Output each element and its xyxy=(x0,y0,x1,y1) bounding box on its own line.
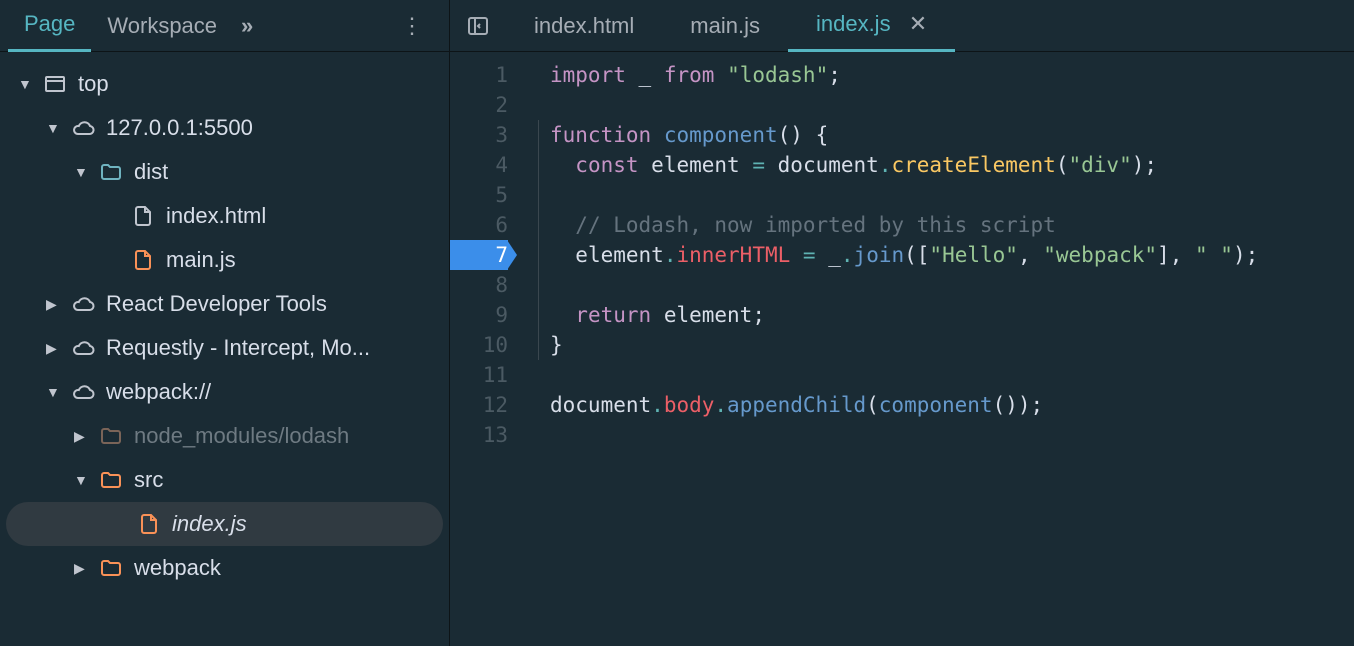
tree-label: Requestly - Intercept, Mo... xyxy=(106,335,370,361)
tree-item-webpack-folder[interactable]: ▶ webpack xyxy=(0,546,449,590)
kebab-menu-icon[interactable]: ⋮ xyxy=(383,13,441,39)
cloud-icon xyxy=(70,291,96,317)
cloud-icon xyxy=(70,335,96,361)
code-line: const element = document.createElement("… xyxy=(550,150,1354,180)
indent-guide xyxy=(538,120,539,360)
tree-label: node_modules/lodash xyxy=(134,423,349,449)
chevron-right-icon: ▶ xyxy=(46,340,62,357)
tree-label: React Developer Tools xyxy=(106,291,327,317)
line-number[interactable]: 2 xyxy=(450,90,508,120)
folder-icon xyxy=(98,159,124,185)
line-number[interactable]: 4 xyxy=(450,150,508,180)
chevron-right-icon: ▶ xyxy=(74,560,90,577)
code-line xyxy=(550,420,1354,450)
tree-item-index-js[interactable]: index.js xyxy=(6,502,443,546)
tree-label: src xyxy=(134,467,163,493)
code-line: import _ from "lodash"; xyxy=(550,60,1354,90)
line-number[interactable]: 3 xyxy=(450,120,508,150)
tree-item-main-js[interactable]: main.js xyxy=(0,238,449,282)
tree-label: top xyxy=(78,71,109,97)
tree-item-dist[interactable]: ▼ dist xyxy=(0,150,449,194)
sources-tabs: Page Workspace » ⋮ xyxy=(0,0,450,51)
code-line: } xyxy=(550,330,1354,360)
tree-label: 127.0.0.1:5500 xyxy=(106,115,253,141)
editor-tab-index-html[interactable]: index.html xyxy=(506,1,662,51)
code-line: // Lodash, now imported by this script xyxy=(550,210,1354,240)
tree-item-react-devtools[interactable]: ▶ React Developer Tools xyxy=(0,282,449,326)
code-line: return element; xyxy=(550,300,1354,330)
cloud-icon xyxy=(70,115,96,141)
top-bar: Page Workspace » ⋮ index.html main.js in… xyxy=(0,0,1354,52)
line-number[interactable]: 8 xyxy=(450,270,508,300)
chevron-down-icon: ▼ xyxy=(74,472,90,488)
editor-tab-main-js[interactable]: main.js xyxy=(662,1,788,51)
folder-icon xyxy=(98,467,124,493)
line-number[interactable]: 1 xyxy=(450,60,508,90)
folder-icon xyxy=(98,555,124,581)
line-number[interactable]: 11 xyxy=(450,360,508,390)
editor-tab-label: index.js xyxy=(816,11,891,36)
line-number[interactable]: 9 xyxy=(450,300,508,330)
editor-tabs: index.html main.js index.js ✕ xyxy=(450,0,1354,51)
tree-item-node-modules[interactable]: ▶ node_modules/lodash xyxy=(0,414,449,458)
tree-item-src[interactable]: ▼ src xyxy=(0,458,449,502)
line-gutter[interactable]: 1 2 3 4 5 6 7 8 9 10 11 12 13 xyxy=(450,60,522,646)
cloud-icon xyxy=(70,379,96,405)
chevron-down-icon: ▼ xyxy=(18,76,34,92)
tree-label: index.html xyxy=(166,203,266,229)
code-line xyxy=(550,90,1354,120)
tree-label: webpack xyxy=(134,555,221,581)
tab-page[interactable]: Page xyxy=(8,0,91,52)
file-tree: ▼ top ▼ 127.0.0.1:5500 ▼ dist index.html… xyxy=(0,52,450,646)
file-js-icon xyxy=(130,247,156,273)
code-line: document.body.appendChild(component()); xyxy=(550,390,1354,420)
code-line xyxy=(550,270,1354,300)
file-icon xyxy=(130,203,156,229)
tree-item-top[interactable]: ▼ top xyxy=(0,62,449,106)
line-number[interactable]: 10 xyxy=(450,330,508,360)
code-content[interactable]: import _ from "lodash"; function compone… xyxy=(522,60,1354,646)
close-tab-icon[interactable]: ✕ xyxy=(909,11,927,36)
chevron-down-icon: ▼ xyxy=(74,164,90,180)
code-line: element.innerHTML = _.join(["Hello", "we… xyxy=(550,240,1354,270)
chevron-down-icon: ▼ xyxy=(46,384,62,400)
editor-tab-index-js[interactable]: index.js ✕ xyxy=(788,0,955,52)
file-js-icon xyxy=(136,511,162,537)
window-icon xyxy=(42,71,68,97)
breakpoint-line-number[interactable]: 7 xyxy=(450,240,508,270)
code-line: function component() { xyxy=(550,120,1354,150)
tree-item-requestly[interactable]: ▶ Requestly - Intercept, Mo... xyxy=(0,326,449,370)
tree-item-index-html[interactable]: index.html xyxy=(0,194,449,238)
tab-workspace[interactable]: Workspace xyxy=(91,1,233,51)
code-editor[interactable]: 1 2 3 4 5 6 7 8 9 10 11 12 13 import _ f… xyxy=(450,52,1354,646)
tree-item-webpack[interactable]: ▼ webpack:// xyxy=(0,370,449,414)
chevron-right-icon: ▶ xyxy=(74,428,90,445)
line-number[interactable]: 13 xyxy=(450,420,508,450)
line-number[interactable]: 5 xyxy=(450,180,508,210)
line-number[interactable]: 12 xyxy=(450,390,508,420)
tree-label: webpack:// xyxy=(106,379,211,405)
more-tabs-icon[interactable]: » xyxy=(233,13,261,39)
code-line xyxy=(550,360,1354,390)
chevron-right-icon: ▶ xyxy=(46,296,62,313)
tree-label: dist xyxy=(134,159,168,185)
chevron-down-icon: ▼ xyxy=(46,120,62,136)
code-line xyxy=(550,180,1354,210)
line-number[interactable]: 6 xyxy=(450,210,508,240)
tree-item-host[interactable]: ▼ 127.0.0.1:5500 xyxy=(0,106,449,150)
folder-icon xyxy=(98,423,124,449)
tree-label: index.js xyxy=(172,511,247,537)
toggle-sidebar-icon[interactable] xyxy=(450,14,506,38)
tree-label: main.js xyxy=(166,247,236,273)
